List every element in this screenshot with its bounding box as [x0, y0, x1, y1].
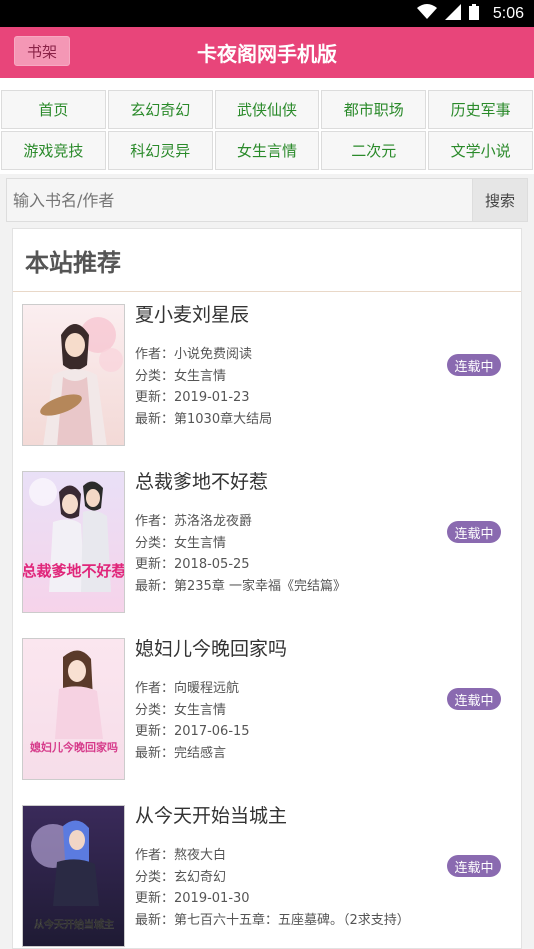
book-updated: 2017-06-15: [174, 724, 250, 739]
status-badge: 连载中: [447, 688, 501, 710]
book-title[interactable]: 媳妇儿今晚回家吗: [135, 634, 511, 664]
book-title[interactable]: 从今天开始当城主: [135, 801, 511, 831]
book-author: 向暖程远航: [174, 681, 240, 696]
latest-label: 最新：: [135, 578, 175, 594]
search-bar: 搜索: [6, 178, 528, 222]
updated-label: 更新：: [135, 724, 175, 739]
book-cover[interactable]: 从今天开始当城主: [22, 805, 125, 947]
category-label: 分类：: [135, 869, 175, 885]
recommend-panel: 本站推荐 夏小麦刘星辰 作者： 小说免费阅读 分类： 女生言情 更新： 2019…: [12, 228, 522, 949]
cover-title-text: 媳妇儿今晚回家吗: [30, 740, 118, 754]
book-author: 苏洛洛龙夜爵: [174, 514, 253, 529]
nav-item-literature[interactable]: 文学小说: [428, 131, 533, 170]
book-latest-chapter[interactable]: 完结感言: [174, 743, 226, 765]
book-latest-chapter[interactable]: 第1030章大结局: [174, 409, 272, 431]
book-item[interactable]: 从今天开始当城主 从今天开始当城主 作者： 熬夜大白 分类： 玄幻奇幻 更新： 201…: [13, 793, 521, 949]
book-cover[interactable]: [22, 304, 125, 446]
app-header: 书架 卡夜阁网手机版: [0, 27, 534, 78]
category-label: 分类：: [135, 702, 175, 718]
book-updated: 2018-05-25: [174, 557, 250, 572]
book-title[interactable]: 夏小麦刘星辰: [135, 300, 511, 330]
book-title[interactable]: 总裁爹地不好惹: [135, 467, 511, 497]
status-icons: [416, 3, 479, 24]
book-updated: 2019-01-23: [174, 390, 250, 405]
book-cover[interactable]: 媳妇儿今晚回家吗: [22, 638, 125, 780]
nav-item-romance[interactable]: 女生言情: [214, 131, 320, 170]
book-cover[interactable]: 总裁爹地不好惹: [22, 471, 125, 613]
status-badge: 连载中: [447, 354, 501, 376]
status-badge: 连载中: [447, 855, 501, 877]
search-input[interactable]: [6, 178, 472, 222]
cover-title-text: 从今天开始当城主: [34, 918, 114, 931]
nav-item-fantasy[interactable]: 玄幻奇幻: [107, 90, 213, 129]
book-item[interactable]: 夏小麦刘星辰 作者： 小说免费阅读 分类： 女生言情 更新： 2019-01-23 最…: [13, 292, 521, 459]
category-label: 分类：: [135, 368, 175, 384]
cover-title-text: 总裁爹地不好惹: [23, 562, 125, 580]
section-title: 本站推荐: [13, 229, 521, 292]
author-label: 作者：: [135, 514, 175, 529]
book-item[interactable]: 媳妇儿今晚回家吗 媳妇儿今晚回家吗 作者： 向暖程远航 分类： 女生言情 更新： 20…: [13, 626, 521, 793]
book-category: 玄幻奇幻: [174, 869, 227, 885]
category-nav: 首页 玄幻奇幻 武侠仙侠 都市职场 历史军事 游戏竞技 科幻灵异 女生言情 二次…: [0, 78, 534, 174]
nav-item-gaming[interactable]: 游戏竞技: [1, 131, 106, 170]
updated-label: 更新：: [135, 390, 175, 405]
author-label: 作者：: [135, 848, 175, 863]
status-badge: 连载中: [447, 521, 501, 543]
author-label: 作者：: [135, 681, 175, 696]
search-button[interactable]: 搜索: [472, 178, 528, 222]
nav-item-urban[interactable]: 都市职场: [321, 90, 427, 129]
latest-label: 最新：: [135, 411, 175, 427]
book-latest-chapter[interactable]: 第235章 一家幸福《完结篇》: [174, 576, 346, 598]
book-category: 女生言情: [174, 535, 227, 551]
site-title: 卡夜阁网手机版: [197, 42, 337, 66]
category-label: 分类：: [135, 535, 175, 551]
nav-item-scifi[interactable]: 科幻灵异: [107, 131, 213, 170]
book-author: 小说免费阅读: [174, 347, 253, 362]
signal-icon: [444, 3, 461, 24]
book-category: 女生言情: [174, 702, 227, 718]
book-category: 女生言情: [174, 368, 227, 384]
book-author: 熬夜大白: [174, 848, 227, 863]
book-updated: 2019-01-30: [174, 891, 250, 906]
bookshelf-button[interactable]: 书架: [14, 36, 70, 66]
updated-label: 更新：: [135, 557, 175, 572]
book-latest-chapter[interactable]: 第七百六十五章：五座墓碑。（2求支持）: [174, 910, 410, 932]
clock: 5:06: [492, 4, 524, 22]
latest-label: 最新：: [135, 745, 175, 761]
status-bar: 5:06: [0, 0, 534, 27]
battery-icon: [468, 3, 479, 24]
latest-label: 最新：: [135, 912, 175, 928]
nav-item-history[interactable]: 历史军事: [428, 90, 533, 129]
nav-item-wuxia[interactable]: 武侠仙侠: [214, 90, 320, 129]
updated-label: 更新：: [135, 891, 175, 906]
author-label: 作者：: [135, 347, 175, 362]
book-item[interactable]: 总裁爹地不好惹 总裁爹地不好惹 作者： 苏洛洛龙夜爵 分类： 女生言情 更新： 201…: [13, 459, 521, 626]
nav-item-home[interactable]: 首页: [1, 90, 106, 129]
wifi-icon: [416, 3, 437, 24]
nav-item-acg[interactable]: 二次元: [321, 131, 427, 170]
